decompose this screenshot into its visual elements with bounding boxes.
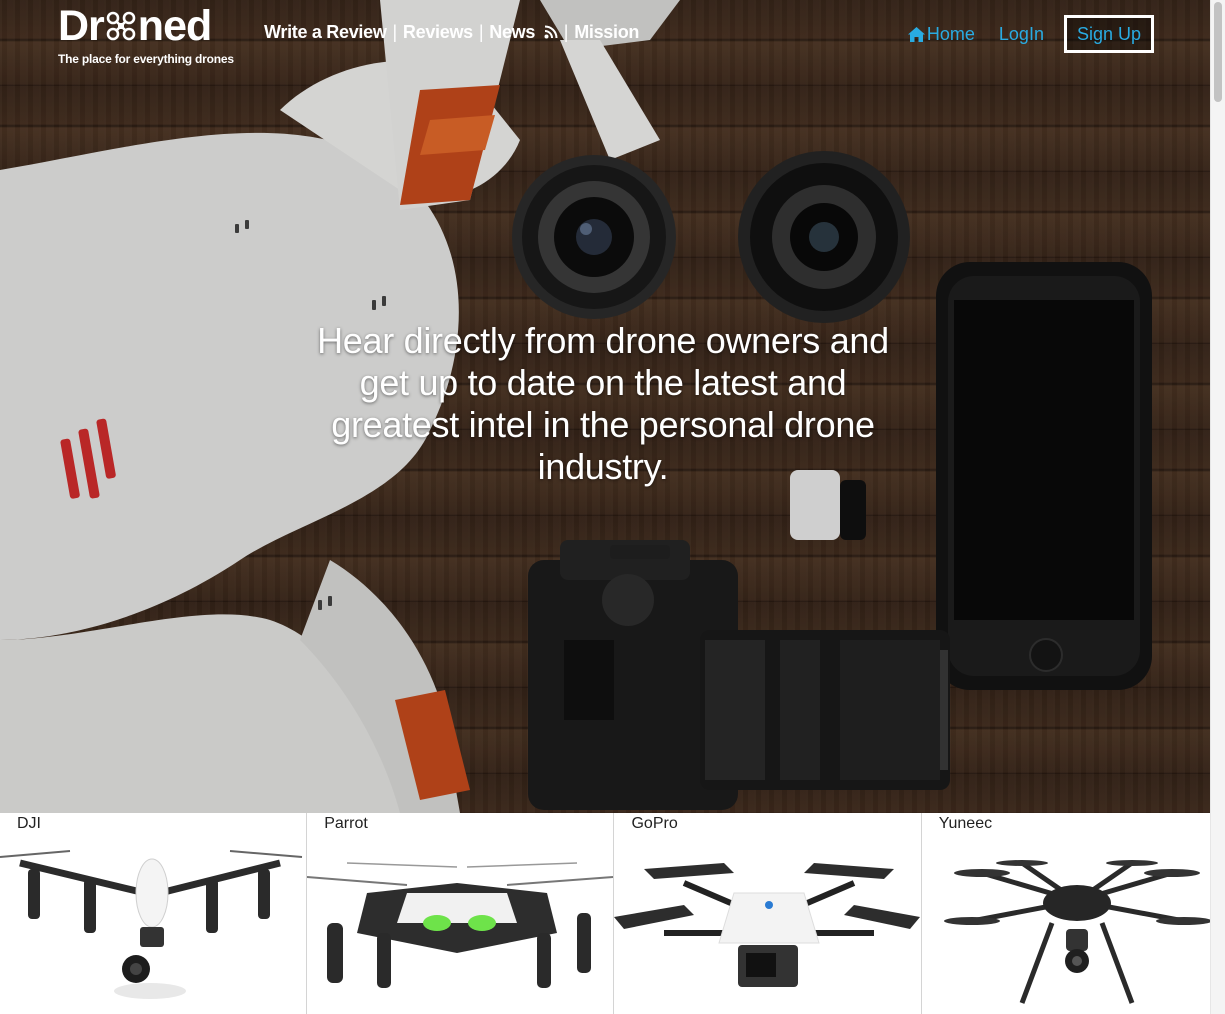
brand-label: Parrot <box>324 815 368 832</box>
gopro-drone-image <box>614 863 921 987</box>
site-logo[interactable]: Dr ned The place for everything drones <box>58 2 234 66</box>
home-label: Home <box>926 23 975 44</box>
home-icon <box>907 26 925 42</box>
logo-tagline: The place for everything drones <box>58 52 234 66</box>
logo-prefix: Dr <box>58 2 105 50</box>
drone-icon <box>106 11 136 41</box>
hero-headline: Hear directly from drone owners and get … <box>317 320 889 487</box>
main-nav: Write a Review | Reviews | News | Missio… <box>264 22 639 43</box>
dji-drone-image <box>0 850 303 999</box>
page-scrollbar[interactable] <box>1210 0 1225 1014</box>
brand-label: DJI <box>17 815 41 832</box>
nav-reviews[interactable]: Reviews <box>403 22 473 43</box>
signup-button[interactable]: Sign Up <box>1063 15 1154 53</box>
brand-card-gopro[interactable]: GoPro <box>614 813 922 1014</box>
brand-card-dji[interactable]: DJI <box>0 813 308 1014</box>
nav-news-label: News <box>489 22 536 42</box>
brand-label: GoPro <box>631 815 678 832</box>
brand-card-yuneec[interactable]: Yuneec <box>921 813 1211 1014</box>
nav-write-review[interactable]: Write a Review <box>264 22 387 43</box>
nav-mission[interactable]: Mission <box>574 22 639 43</box>
yuneec-drone-image <box>943 860 1211 1004</box>
scrollbar-thumb[interactable] <box>1214 2 1222 102</box>
home-link[interactable]: Home <box>907 23 975 45</box>
login-link[interactable]: LogIn <box>999 24 1044 45</box>
nav-news[interactable]: News <box>489 22 558 43</box>
nav-separator: | <box>478 22 484 42</box>
account-nav: Home LogIn Sign Up <box>907 15 1154 53</box>
brand-card-parrot[interactable]: Parrot <box>307 813 615 1014</box>
nav-separator: | <box>392 22 398 42</box>
rss-icon <box>544 25 558 39</box>
logo-wordmark: Dr ned <box>58 2 234 50</box>
nav-separator: | <box>563 22 569 42</box>
logo-suffix: ned <box>137 2 212 50</box>
parrot-drone-image <box>307 862 614 988</box>
brand-label: Yuneec <box>938 815 993 832</box>
hero-section: Dr ned The place for everything drones W… <box>0 0 1210 813</box>
brand-grid: DJI Parrot GoPro Yuneec <box>0 813 1211 1014</box>
